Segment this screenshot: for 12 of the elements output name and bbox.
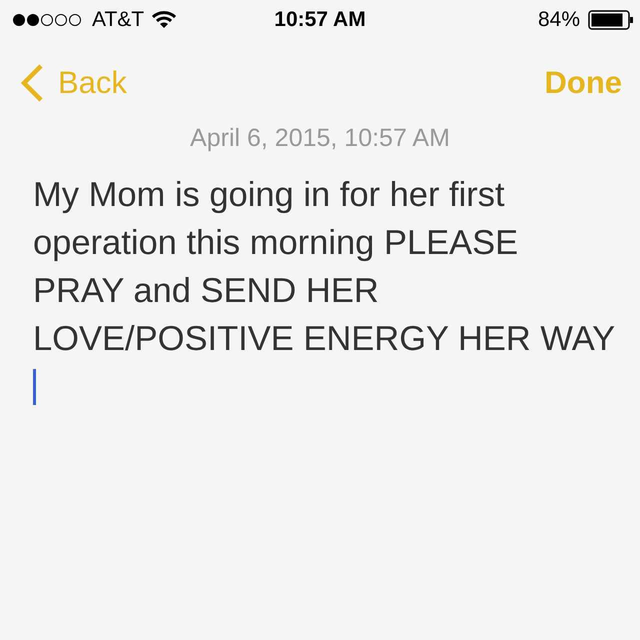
note-text[interactable]: My Mom is going in for her first operation this morning PLEASE PRAY and SEND HER LOVE/POSITIVE ENERGY HER WAY bbox=[33, 171, 618, 411]
signal-icon bbox=[12, 13, 84, 27]
done-button[interactable]: Done bbox=[544, 65, 622, 101]
clock-time: 10:57 AM bbox=[274, 8, 366, 32]
chevron-left-icon bbox=[20, 63, 44, 103]
note-date: April 6, 2015, 10:57 AM bbox=[189, 124, 451, 153]
text-cursor bbox=[33, 369, 36, 405]
battery-icon bbox=[588, 10, 634, 30]
carrier-name: AT&T bbox=[92, 8, 144, 32]
wifi-icon bbox=[152, 11, 176, 29]
back-button[interactable]: Back bbox=[20, 63, 127, 103]
battery-percent: 84% bbox=[538, 8, 580, 32]
